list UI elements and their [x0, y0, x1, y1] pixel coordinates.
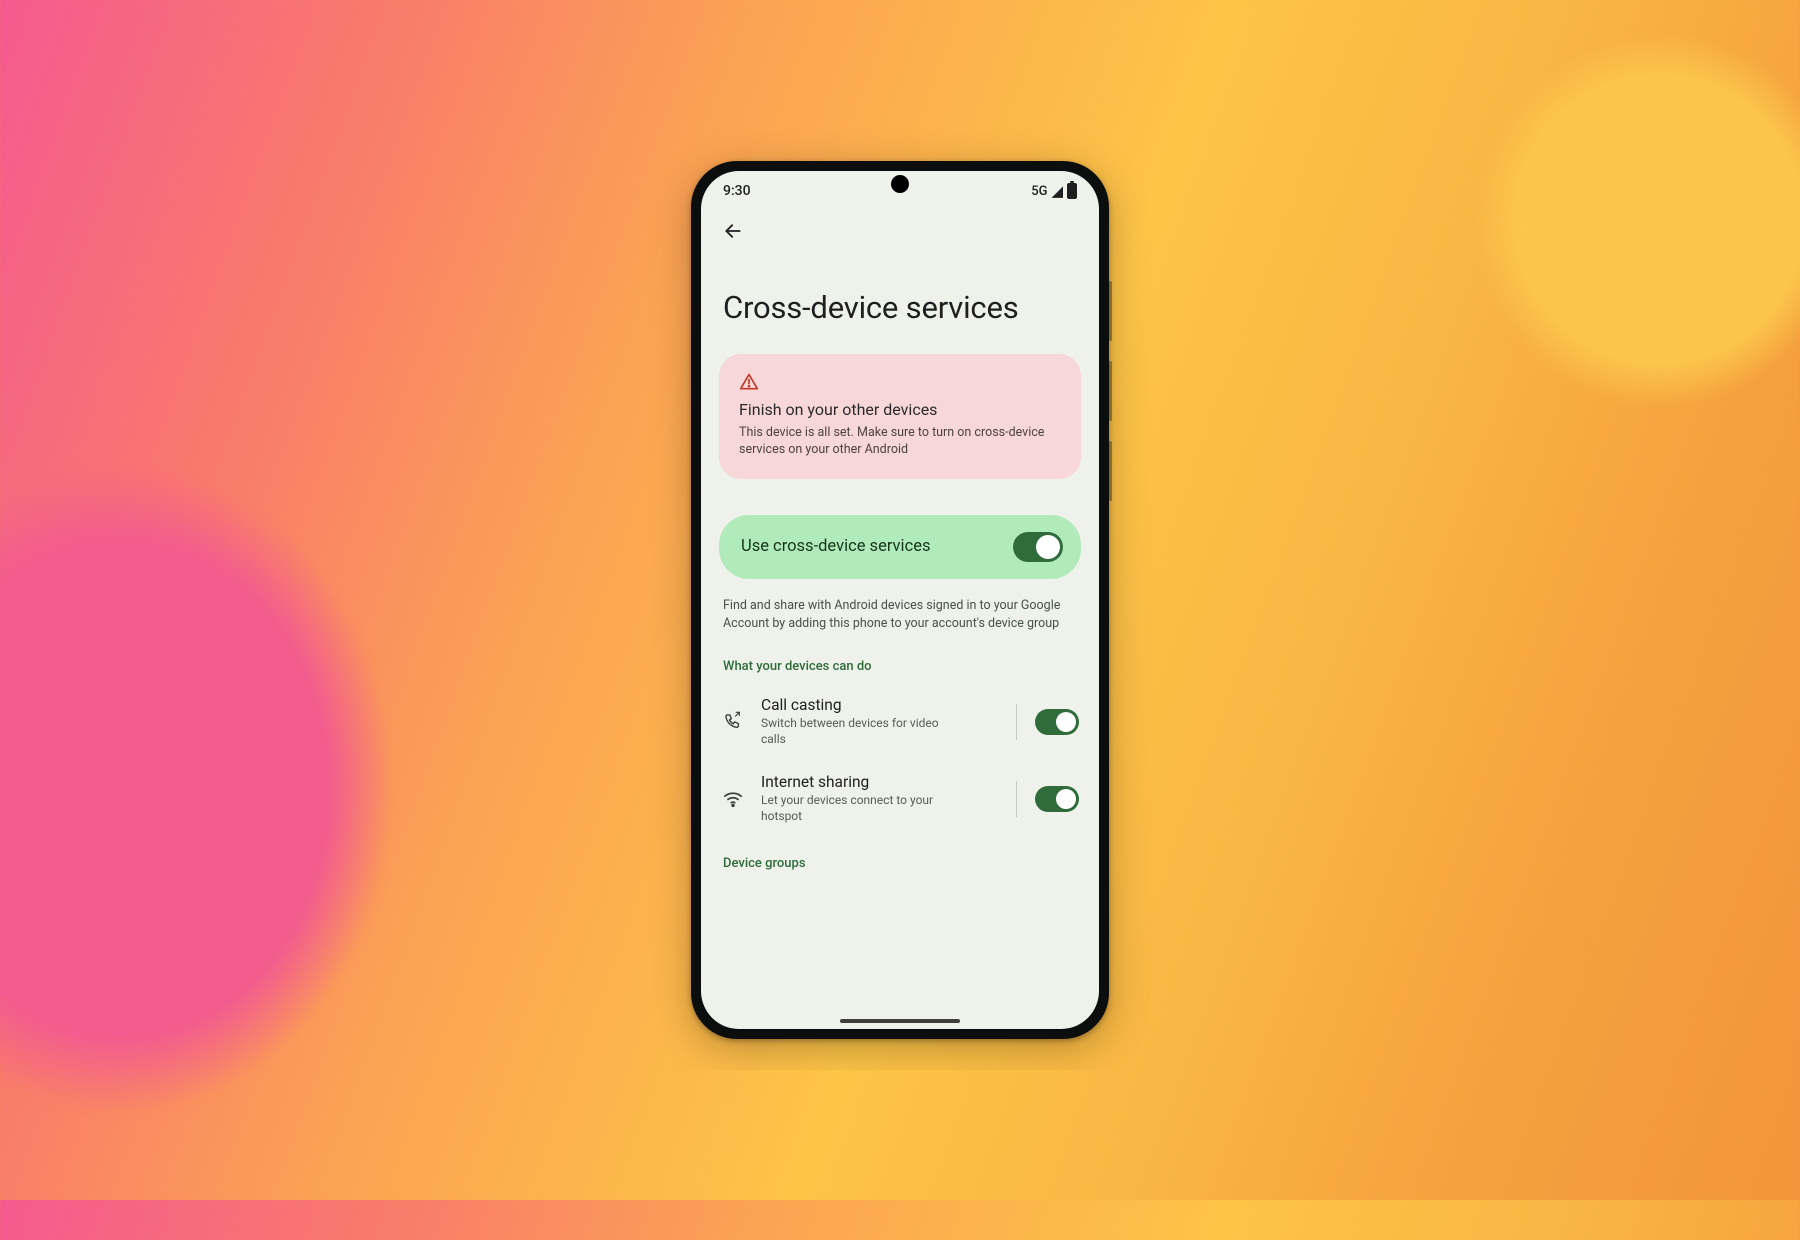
signal-icon: ◢ [1051, 184, 1063, 199]
status-time: 9:30 [723, 183, 751, 199]
app-bar [701, 211, 1099, 253]
main-toggle-label: Use cross-device services [741, 537, 930, 556]
arrow-left-icon [723, 221, 743, 241]
alert-body: This device is all set. Make sure to tur… [739, 425, 1061, 459]
warning-icon [739, 372, 759, 392]
home-indicator[interactable] [840, 1019, 960, 1023]
section-label: What your devices can do [719, 647, 1081, 674]
back-button[interactable] [717, 215, 749, 247]
divider [1016, 704, 1017, 740]
page-title: Cross-device services [719, 253, 1081, 340]
main-toggle-row[interactable]: Use cross-device services [719, 515, 1081, 579]
call-casting-icon [721, 711, 745, 733]
internet-sharing-switch[interactable] [1035, 786, 1079, 812]
battery-icon [1067, 183, 1077, 199]
network-label: 5G [1031, 184, 1047, 199]
alert-title: Finish on your other devices [739, 400, 1061, 419]
call-casting-title: Call casting [761, 696, 1000, 714]
main-toggle-switch[interactable] [1013, 532, 1063, 562]
front-camera [891, 175, 909, 193]
wifi-icon [721, 788, 745, 810]
internet-sharing-sub: Let your devices connect to your hotspot [761, 793, 961, 824]
phone-screen: 9:30 5G ◢ Cross-device services Finish o… [701, 171, 1099, 1029]
phone-frame: 9:30 5G ◢ Cross-device services Finish o… [691, 161, 1109, 1039]
internet-sharing-title: Internet sharing [761, 773, 1000, 791]
call-casting-sub: Switch between devices for video calls [761, 716, 961, 747]
call-casting-switch[interactable] [1035, 709, 1079, 735]
divider [1016, 781, 1017, 817]
device-groups-label[interactable]: Device groups [719, 842, 1081, 871]
alert-card[interactable]: Finish on your other devices This device… [719, 354, 1081, 479]
feature-row-internet-sharing[interactable]: Internet sharing Let your devices connec… [719, 765, 1081, 828]
status-right: 5G ◢ [1031, 183, 1077, 199]
content-area: Cross-device services Finish on your oth… [701, 253, 1099, 1029]
image-plate: 9:30 5G ◢ Cross-device services Finish o… [195, 130, 1605, 1070]
feature-row-call-casting[interactable]: Call casting Switch between devices for … [719, 688, 1081, 751]
description-text: Find and share with Android devices sign… [719, 593, 1081, 633]
